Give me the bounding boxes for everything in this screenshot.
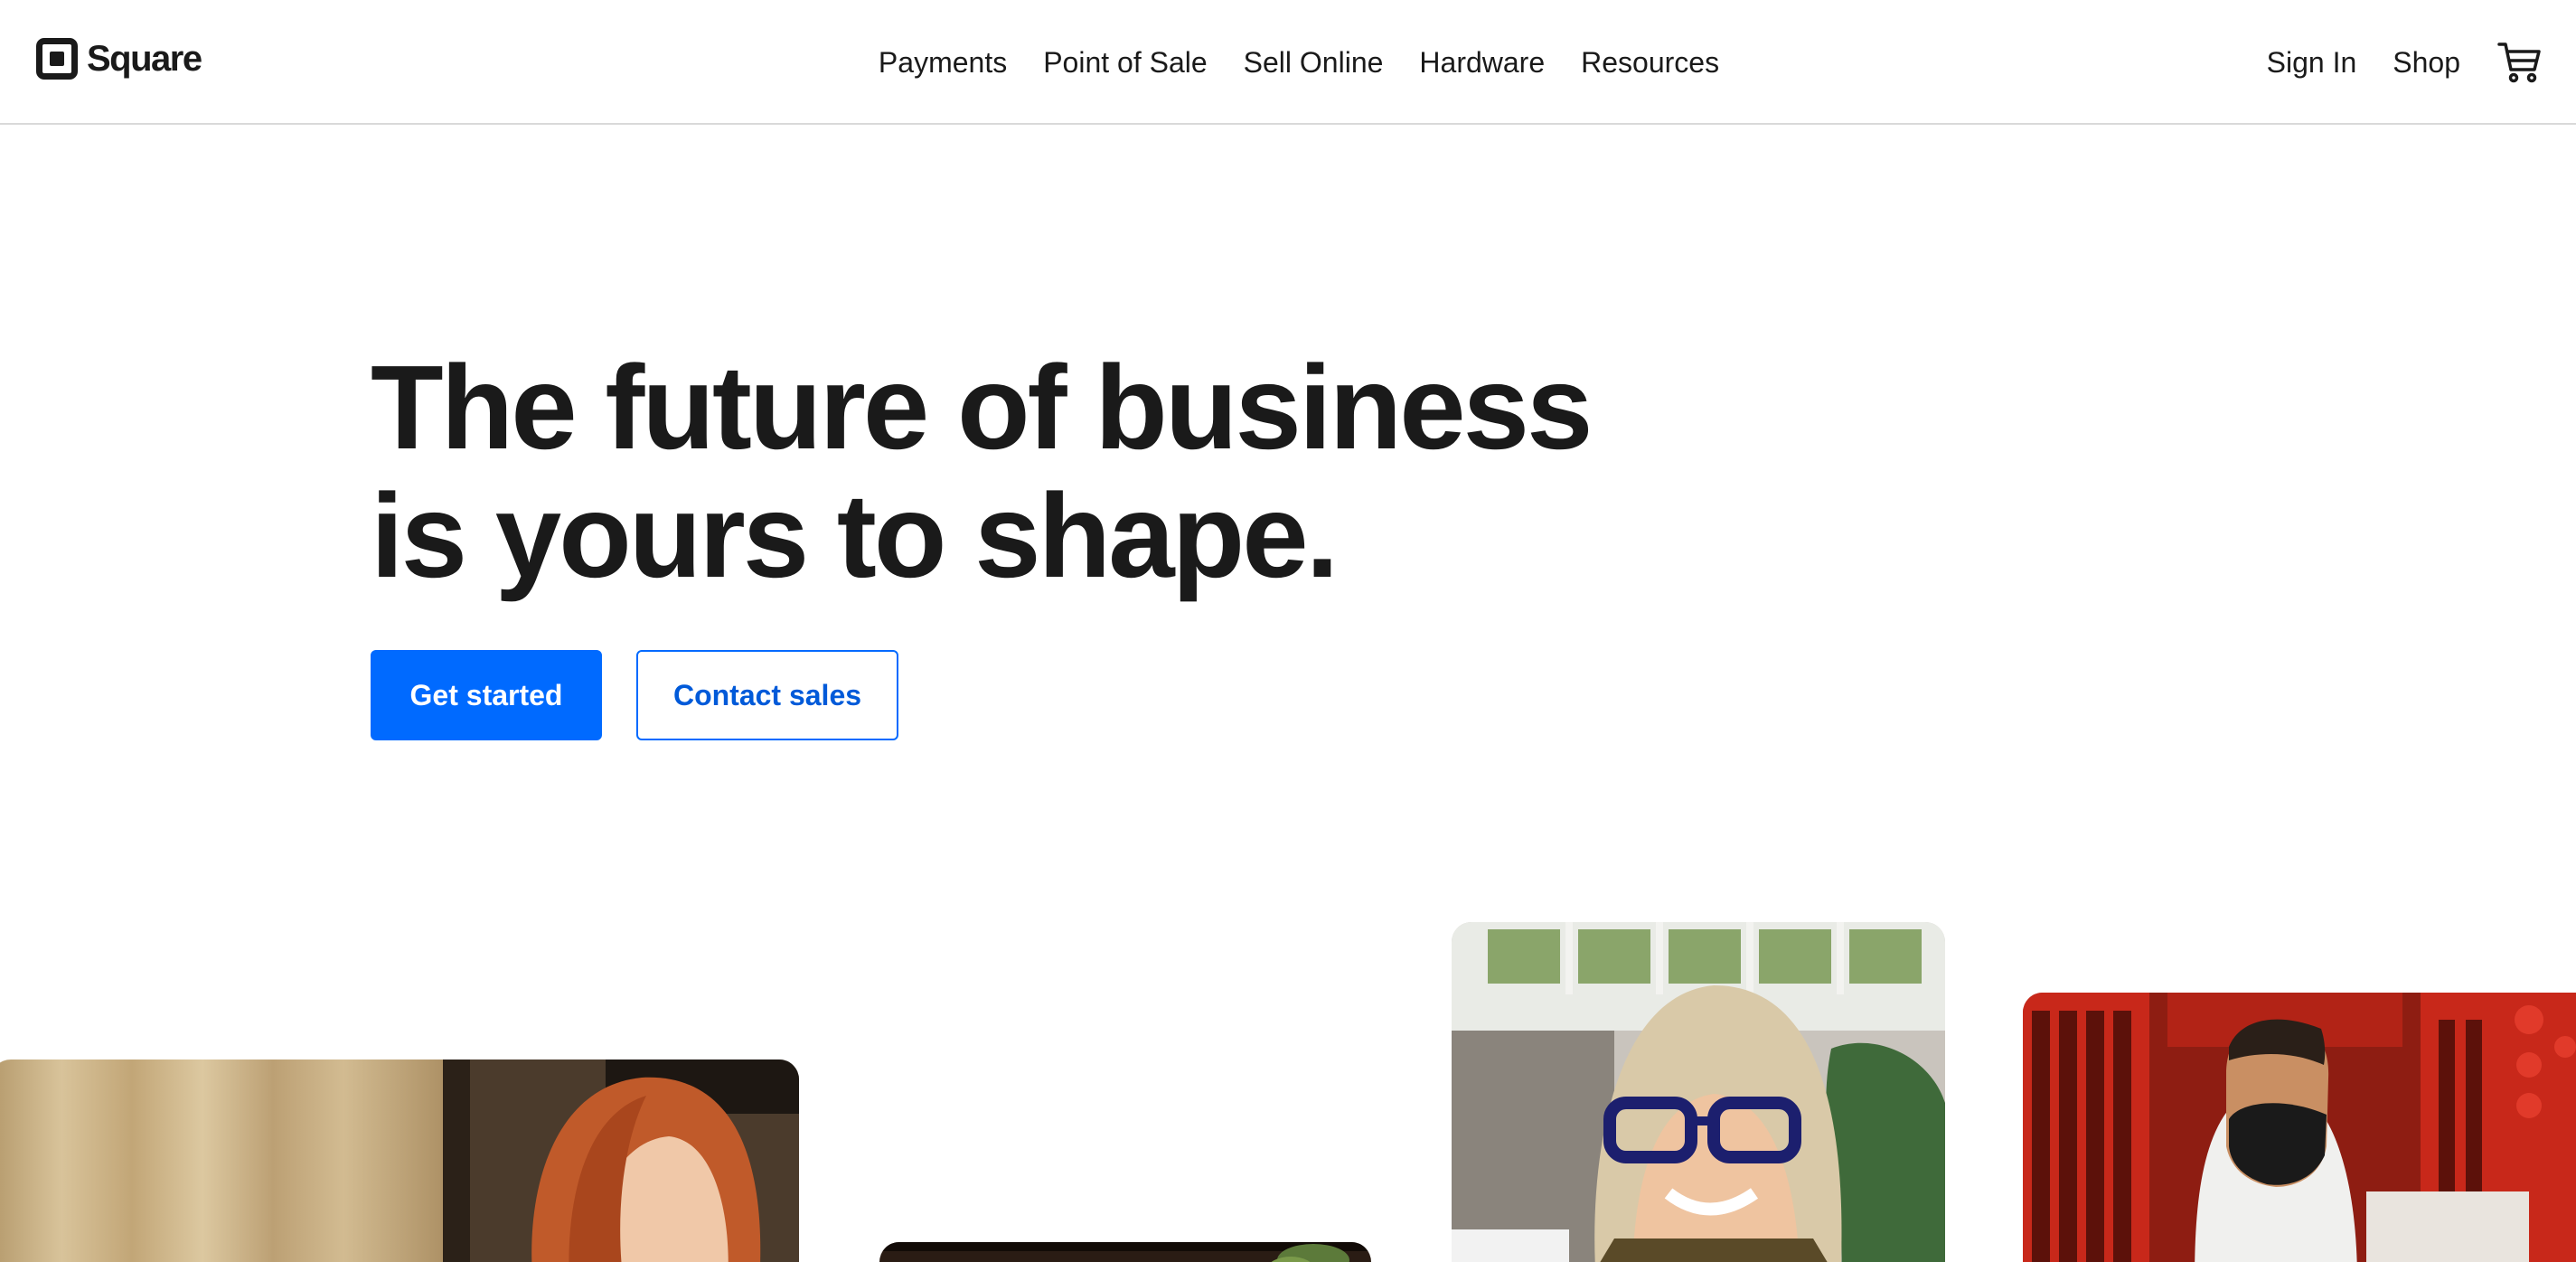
photo-card-woman-glasses <box>1452 922 1945 1262</box>
nav-item-payments[interactable]: Payments <box>879 46 1007 80</box>
get-started-button[interactable]: Get started <box>371 650 602 740</box>
square-logo-icon <box>36 38 78 80</box>
hero-section: The future of business is yours to shape… <box>371 344 1636 740</box>
nav-item-sell-online[interactable]: Sell Online <box>1244 46 1384 80</box>
account-nav: Sign In Shop <box>2267 33 2543 92</box>
photo-woman-curtains <box>0 1060 799 1262</box>
hero-cta-group: Get started Contact sales <box>371 650 898 740</box>
photo-card-food <box>879 1242 1371 1262</box>
nav-item-resources[interactable]: Resources <box>1581 46 1719 80</box>
hero-headline: The future of business is yours to shape… <box>371 344 1636 600</box>
nav-item-point-of-sale[interactable]: Point of Sale <box>1043 46 1207 80</box>
photo-woman-glasses <box>1452 922 1945 1262</box>
shop-link[interactable]: Shop <box>2393 46 2460 80</box>
contact-sales-button[interactable]: Contact sales <box>636 650 898 740</box>
sign-in-link[interactable]: Sign In <box>2267 46 2357 80</box>
photo-man-shop <box>2023 993 2576 1262</box>
photo-food <box>879 1242 1371 1262</box>
brand-name: Square <box>87 38 202 79</box>
photo-card-woman-curtains <box>0 1060 799 1262</box>
hero-headline-line-2: is yours to shape. <box>371 469 1339 602</box>
site-header: Square Payments Point of Sale Sell Onlin… <box>0 0 2576 125</box>
nav-item-hardware[interactable]: Hardware <box>1419 46 1545 80</box>
page: Square Payments Point of Sale Sell Onlin… <box>0 0 2576 1262</box>
hero-headline-line-1: The future of business <box>371 341 1593 474</box>
main-nav: Payments Point of Sale Sell Online Hardw… <box>0 0 2576 125</box>
square-logo[interactable]: Square <box>36 38 202 80</box>
photo-card-man-shop <box>2023 993 2576 1262</box>
shopping-cart-icon[interactable] <box>2496 39 2543 86</box>
